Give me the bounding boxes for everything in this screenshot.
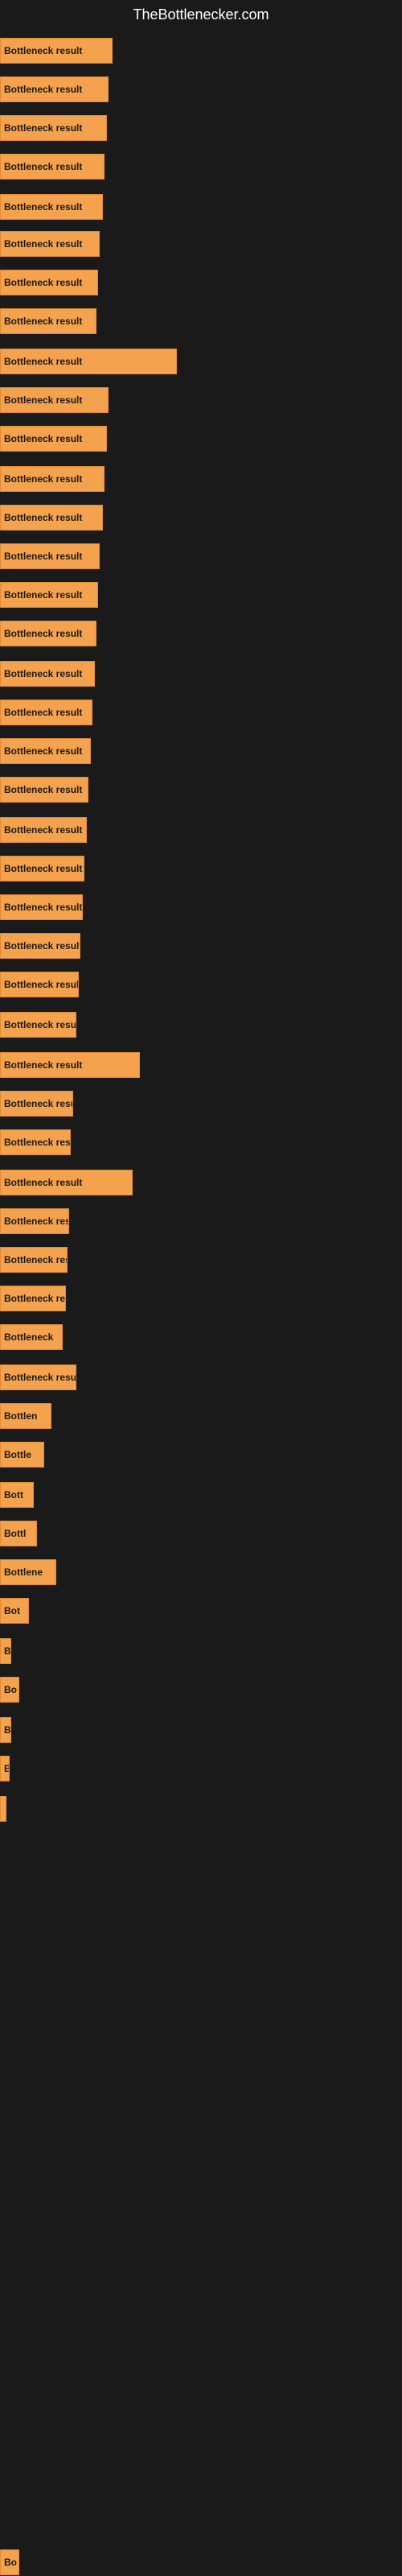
bar-label: Bottleneck result — [4, 238, 82, 250]
bar-label: Bottleneck result — [4, 84, 82, 95]
bar-item: Bottleneck result — [0, 543, 100, 569]
bar-item: Bottleneck result — [0, 426, 107, 452]
bar-label: B — [4, 1724, 11, 1736]
bar-item: Bottleneck result — [0, 661, 95, 687]
bar-label: Bottleneck result — [4, 940, 80, 952]
bar-label: Bottleneck result — [4, 745, 82, 757]
bar-label: Bottleneck result — [4, 316, 82, 327]
bar-item: Bott — [0, 1482, 34, 1508]
bar-item — [0, 1796, 6, 1822]
bar-item: Bottlen — [0, 1403, 51, 1429]
site-title: TheBottlenecker.com — [0, 0, 402, 30]
bar-item: Bottleneck result — [0, 1052, 140, 1078]
bar-label: Bottleneck result — [4, 1137, 71, 1148]
bar-item: Bottleneck result — [0, 38, 113, 64]
bar-label: Bottleneck result — [4, 1019, 76, 1030]
bar-label: Bottlene — [4, 1567, 43, 1578]
bar-item: Bottleneck resu — [0, 1364, 76, 1390]
bar-item: Bottleneck result — [0, 505, 103, 530]
bar-item: Bottleneck result — [0, 856, 84, 881]
bar-label: Bot — [4, 1605, 20, 1616]
chart-area: Bottleneck result Bottleneck result Bottle… — [0, 30, 402, 2574]
bar-item: Bot — [0, 1598, 29, 1624]
bar-item: Bottleneck result — [0, 1208, 69, 1234]
bar-item: Bo — [0, 1677, 19, 1703]
bar-label: Bottleneck resu — [4, 1372, 76, 1383]
bar-item: Bottleneck result — [0, 777, 88, 803]
bar-item: Bottleneck result — [0, 972, 79, 997]
bar-item: Bottleneck result — [0, 154, 105, 180]
bar-label: Bottle — [4, 1449, 31, 1460]
bar-label: Bottleneck result — [4, 628, 82, 639]
bar-item: B — [0, 1717, 11, 1743]
bar-item: Bottleneck — [0, 1324, 63, 1350]
bar-label: Bottleneck result — [4, 1177, 82, 1188]
bar-label: Bottl — [4, 1528, 26, 1539]
bar-label: Bottleneck result — [4, 161, 82, 172]
bar-item: Bottleneck result — [0, 1170, 133, 1195]
bar-label: B — [4, 1645, 11, 1657]
bar-label: Bottleneck result — [4, 668, 82, 679]
bar-label: Bottleneck result — [4, 1098, 73, 1109]
bar-item: Bottleneck result — [0, 387, 109, 413]
bar-item: B — [0, 1756, 10, 1781]
bar-item: Bottleneck result — [0, 582, 98, 608]
bar-label: Bottleneck result — [4, 863, 82, 874]
bar-label: Bottleneck result — [4, 201, 82, 213]
bar-item: Bottleneck result — [0, 894, 83, 920]
bar-label: B — [4, 1763, 10, 1774]
bar-label: Bottlen — [4, 1410, 37, 1422]
bar-label: Bott — [4, 1489, 23, 1501]
bar-item: Bottleneck result — [0, 1129, 71, 1155]
bar-label: Bottleneck result — [4, 433, 82, 444]
bar-item: Bo — [0, 2549, 19, 2575]
bar-item: Bottleneck result — [0, 738, 91, 764]
bar-item: Bottleneck result — [0, 308, 96, 334]
bar-label: Bottleneck result — [4, 512, 82, 523]
bar-label: Bottleneck result — [4, 902, 82, 913]
bar-item: Bottleneck result — [0, 621, 96, 646]
bar-item: Bottleneck result — [0, 231, 100, 257]
bar-label: Bottleneck result — [4, 707, 82, 718]
bar-item: Bottleneck result — [0, 1247, 68, 1273]
bar-item: Bottleneck result — [0, 700, 92, 725]
bar-item: Bottleneck result — [0, 466, 105, 492]
bar-item: Bottle — [0, 1442, 44, 1468]
bar-label: Bottleneck result — [4, 122, 82, 134]
bar-label: Bottleneck result — [4, 589, 82, 601]
bar-item: Bottleneck result — [0, 817, 87, 843]
bar-label: Bottleneck result — [4, 473, 82, 485]
bar-label: Bottleneck result — [4, 784, 82, 795]
bar-label: Bottleneck result — [4, 394, 82, 406]
bar-label: Bottleneck result — [4, 356, 82, 367]
bar-item: Bottleneck result — [0, 933, 80, 959]
bar-label: Bottleneck result — [4, 824, 82, 836]
bar-item: Bottleneck result — [0, 194, 103, 220]
bar-item: Bottleneck result — [0, 76, 109, 102]
bar-item: Bottl — [0, 1521, 37, 1546]
bar-label: Bottleneck result — [4, 1216, 69, 1227]
bar-item: Bottleneck result — [0, 115, 107, 141]
bar-label: Bottleneck result — [4, 551, 82, 562]
bar-item: Bottleneck result — [0, 270, 98, 295]
bar-item: Bottleneck result — [0, 1012, 76, 1038]
bar-item: Bottleneck result — [0, 1286, 66, 1311]
bar-label: Bottleneck result — [4, 979, 79, 990]
bar-label: Bottleneck result — [4, 277, 82, 288]
bar-label: Bo — [4, 2557, 17, 2568]
bar-label: Bottleneck result — [4, 1059, 82, 1071]
bar-label: Bottleneck result — [4, 1293, 66, 1304]
bar-item: Bottlene — [0, 1559, 56, 1585]
bar-label: Bo — [4, 1684, 17, 1695]
bar-label: Bottleneck result — [4, 45, 82, 56]
bar-item: Bottleneck result — [0, 1091, 73, 1117]
bar-label: Bottleneck — [4, 1331, 53, 1343]
bar-item: Bottleneck result — [0, 349, 177, 374]
bar-label: Bottleneck result — [4, 1254, 68, 1265]
bar-item: B — [0, 1638, 11, 1664]
